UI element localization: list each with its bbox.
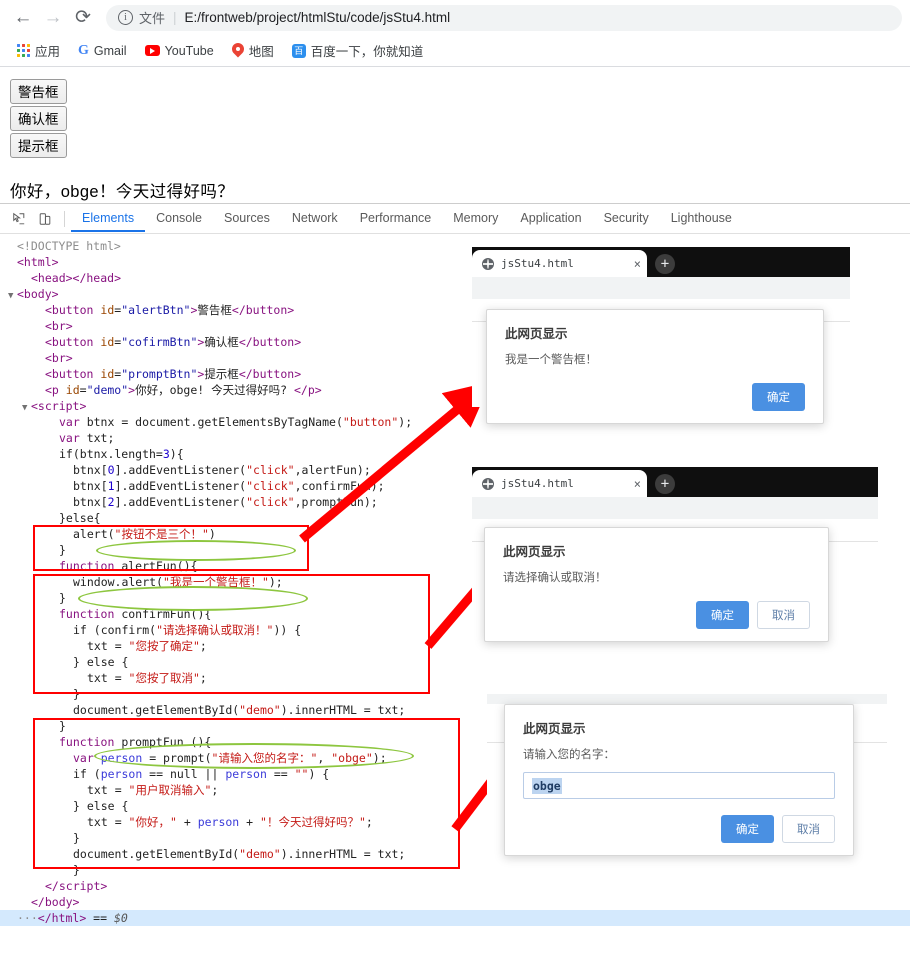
screenshot-tabstrip: jsStu4.html × + <box>472 247 850 277</box>
code-line[interactable]: </script> <box>0 878 910 894</box>
bookmark-label: 百度一下，你就知道 <box>310 45 424 59</box>
browser-tab[interactable]: jsStu4.html × <box>472 250 647 277</box>
globe-icon <box>482 477 494 490</box>
dialog-title: 此网页显示 <box>523 721 586 736</box>
browser-tab[interactable]: jsStu4.html × <box>472 470 647 497</box>
tab-security[interactable]: Security <box>593 205 660 232</box>
code-line[interactable]: } else { <box>0 654 910 670</box>
screenshot-urlbar <box>487 694 887 704</box>
gmail-icon: G <box>78 42 89 58</box>
bookmark-apps[interactable]: 应用 <box>10 38 67 63</box>
dialog-ok-button[interactable]: 确定 <box>721 815 774 843</box>
tab-memory[interactable]: Memory <box>442 205 509 232</box>
devtools-panel: Elements Console Sources Network Perform… <box>0 203 910 926</box>
screenshot-urlbar <box>472 497 878 519</box>
toolbar-divider <box>64 210 65 227</box>
screenshot-body: 此网页显示 请输入您的名字： obge 确定 取消 <box>487 694 887 856</box>
youtube-icon <box>144 45 160 56</box>
dialog-cancel-button[interactable]: 取消 <box>757 601 810 629</box>
bookmark-maps[interactable]: 地图 <box>225 38 281 63</box>
maps-pin-icon <box>232 43 244 58</box>
new-tab-icon[interactable]: + <box>655 474 675 494</box>
omnibox-url: E:/frontweb/project/htmlStu/code/jsStu4.… <box>184 10 451 25</box>
devtools-tabbar: Elements Console Sources Network Perform… <box>0 204 910 234</box>
tab-network[interactable]: Network <box>281 205 349 232</box>
tab-elements[interactable]: Elements <box>71 205 145 232</box>
inspect-element-icon[interactable] <box>6 207 32 231</box>
dialog-ok-button[interactable]: 确定 <box>696 601 749 629</box>
bookmark-label: 地图 <box>248 45 274 59</box>
dialog-message: 我是一个警告框！ <box>505 352 597 366</box>
bookmarks-bar: 应用 G Gmail YouTube 地图 百 百度一下，你就知道 <box>0 35 910 67</box>
dialog-actions: 确定 <box>505 383 805 411</box>
confirm-dialog: 此网页显示 请选择确认或取消！ 确定 取消 <box>484 527 829 642</box>
bookmark-youtube[interactable]: YouTube <box>138 41 221 61</box>
code-line[interactable]: if(btnx.length=3){ <box>0 446 910 462</box>
alert-button[interactable]: 警告框 <box>10 79 67 104</box>
site-info-icon[interactable]: i <box>118 10 133 25</box>
apps-grid-icon <box>17 44 30 57</box>
bookmark-label: 应用 <box>35 45 61 59</box>
forward-button[interactable]: → <box>38 3 68 33</box>
prompt-dialog-screenshot: 此网页显示 请输入您的名字： obge 确定 取消 <box>487 694 887 856</box>
page-viewport: 警告框 确认框 提示框 你好，obge！今天过得好吗？ <box>0 67 910 203</box>
dialog-title: 此网页显示 <box>505 326 568 341</box>
screenshot-tabstrip: jsStu4.html × + <box>472 467 878 497</box>
bookmark-gmail[interactable]: G Gmail <box>71 40 134 62</box>
tab-title: jsStu4.html <box>501 256 574 270</box>
dialog-title: 此网页显示 <box>503 544 566 559</box>
tab-sources[interactable]: Sources <box>213 205 281 232</box>
confirm-dialog-screenshot: jsStu4.html × + 此网页显示 请选择确认或取消！ 确定 取消 <box>472 467 878 642</box>
demo-paragraph: 你好，obge！今天过得好吗？ <box>10 183 235 201</box>
confirm-button[interactable]: 确认框 <box>10 106 67 131</box>
dialog-actions: 确定 取消 <box>523 815 835 843</box>
tab-console[interactable]: Console <box>145 205 213 232</box>
browser-toolbar: ← → ⟳ i 文件 | E:/frontweb/project/htmlStu… <box>0 0 910 35</box>
code-line[interactable]: var txt; <box>0 430 910 446</box>
tab-performance[interactable]: Performance <box>349 205 443 232</box>
screenshot-urlbar <box>472 277 850 299</box>
alert-dialog: 此网页显示 我是一个警告框！ 确定 <box>486 309 824 424</box>
prompt-input-value: obge <box>532 777 562 794</box>
tab-lighthouse[interactable]: Lighthouse <box>660 205 743 232</box>
bookmark-label: Gmail <box>93 43 127 58</box>
alert-dialog-screenshot: jsStu4.html × + 此网页显示 我是一个警告框！ 确定 <box>472 247 850 424</box>
dialog-message: 请选择确认或取消！ <box>503 570 607 584</box>
code-line[interactable]: ···</html> == $0 <box>0 910 910 926</box>
bookmark-baidu[interactable]: 百 百度一下，你就知道 <box>285 38 431 63</box>
back-button[interactable]: ← <box>8 3 38 33</box>
omnibox-separator: | <box>173 10 177 25</box>
screenshot-body: 此网页显示 我是一个警告框！ 确定 <box>472 277 850 424</box>
new-tab-icon[interactable]: + <box>655 254 675 274</box>
omnibox-scheme-label: 文件 <box>139 11 166 26</box>
close-tab-icon[interactable]: × <box>634 256 641 272</box>
address-bar[interactable]: i 文件 | E:/frontweb/project/htmlStu/code/… <box>106 4 902 31</box>
dialog-ok-button[interactable]: 确定 <box>752 383 805 411</box>
screenshot-body: 此网页显示 请选择确认或取消！ 确定 取消 <box>472 497 878 642</box>
device-toolbar-icon[interactable] <box>32 207 58 231</box>
prompt-dialog: 此网页显示 请输入您的名字： obge 确定 取消 <box>504 704 854 856</box>
prompt-input[interactable]: obge <box>523 772 835 799</box>
reload-button[interactable]: ⟳ <box>68 3 98 33</box>
tab-application[interactable]: Application <box>509 205 592 232</box>
elements-code-tree[interactable]: <!DOCTYPE html> <html> <head></head> ▼ <body… <box>0 234 910 926</box>
close-tab-icon[interactable]: × <box>634 476 641 492</box>
dialog-message: 请输入您的名字： <box>523 747 615 761</box>
bookmark-label: YouTube <box>164 43 214 58</box>
tab-title: jsStu4.html <box>501 476 574 490</box>
globe-icon <box>482 257 494 270</box>
prompt-button[interactable]: 提示框 <box>10 133 67 158</box>
baidu-icon: 百 <box>291 43 306 58</box>
dialog-actions: 确定 取消 <box>503 601 810 629</box>
code-line[interactable]: } <box>0 862 910 878</box>
dialog-cancel-button[interactable]: 取消 <box>782 815 835 843</box>
code-line[interactable]: txt = "您按了取消"; <box>0 670 910 686</box>
code-line[interactable]: </body> <box>0 894 910 910</box>
